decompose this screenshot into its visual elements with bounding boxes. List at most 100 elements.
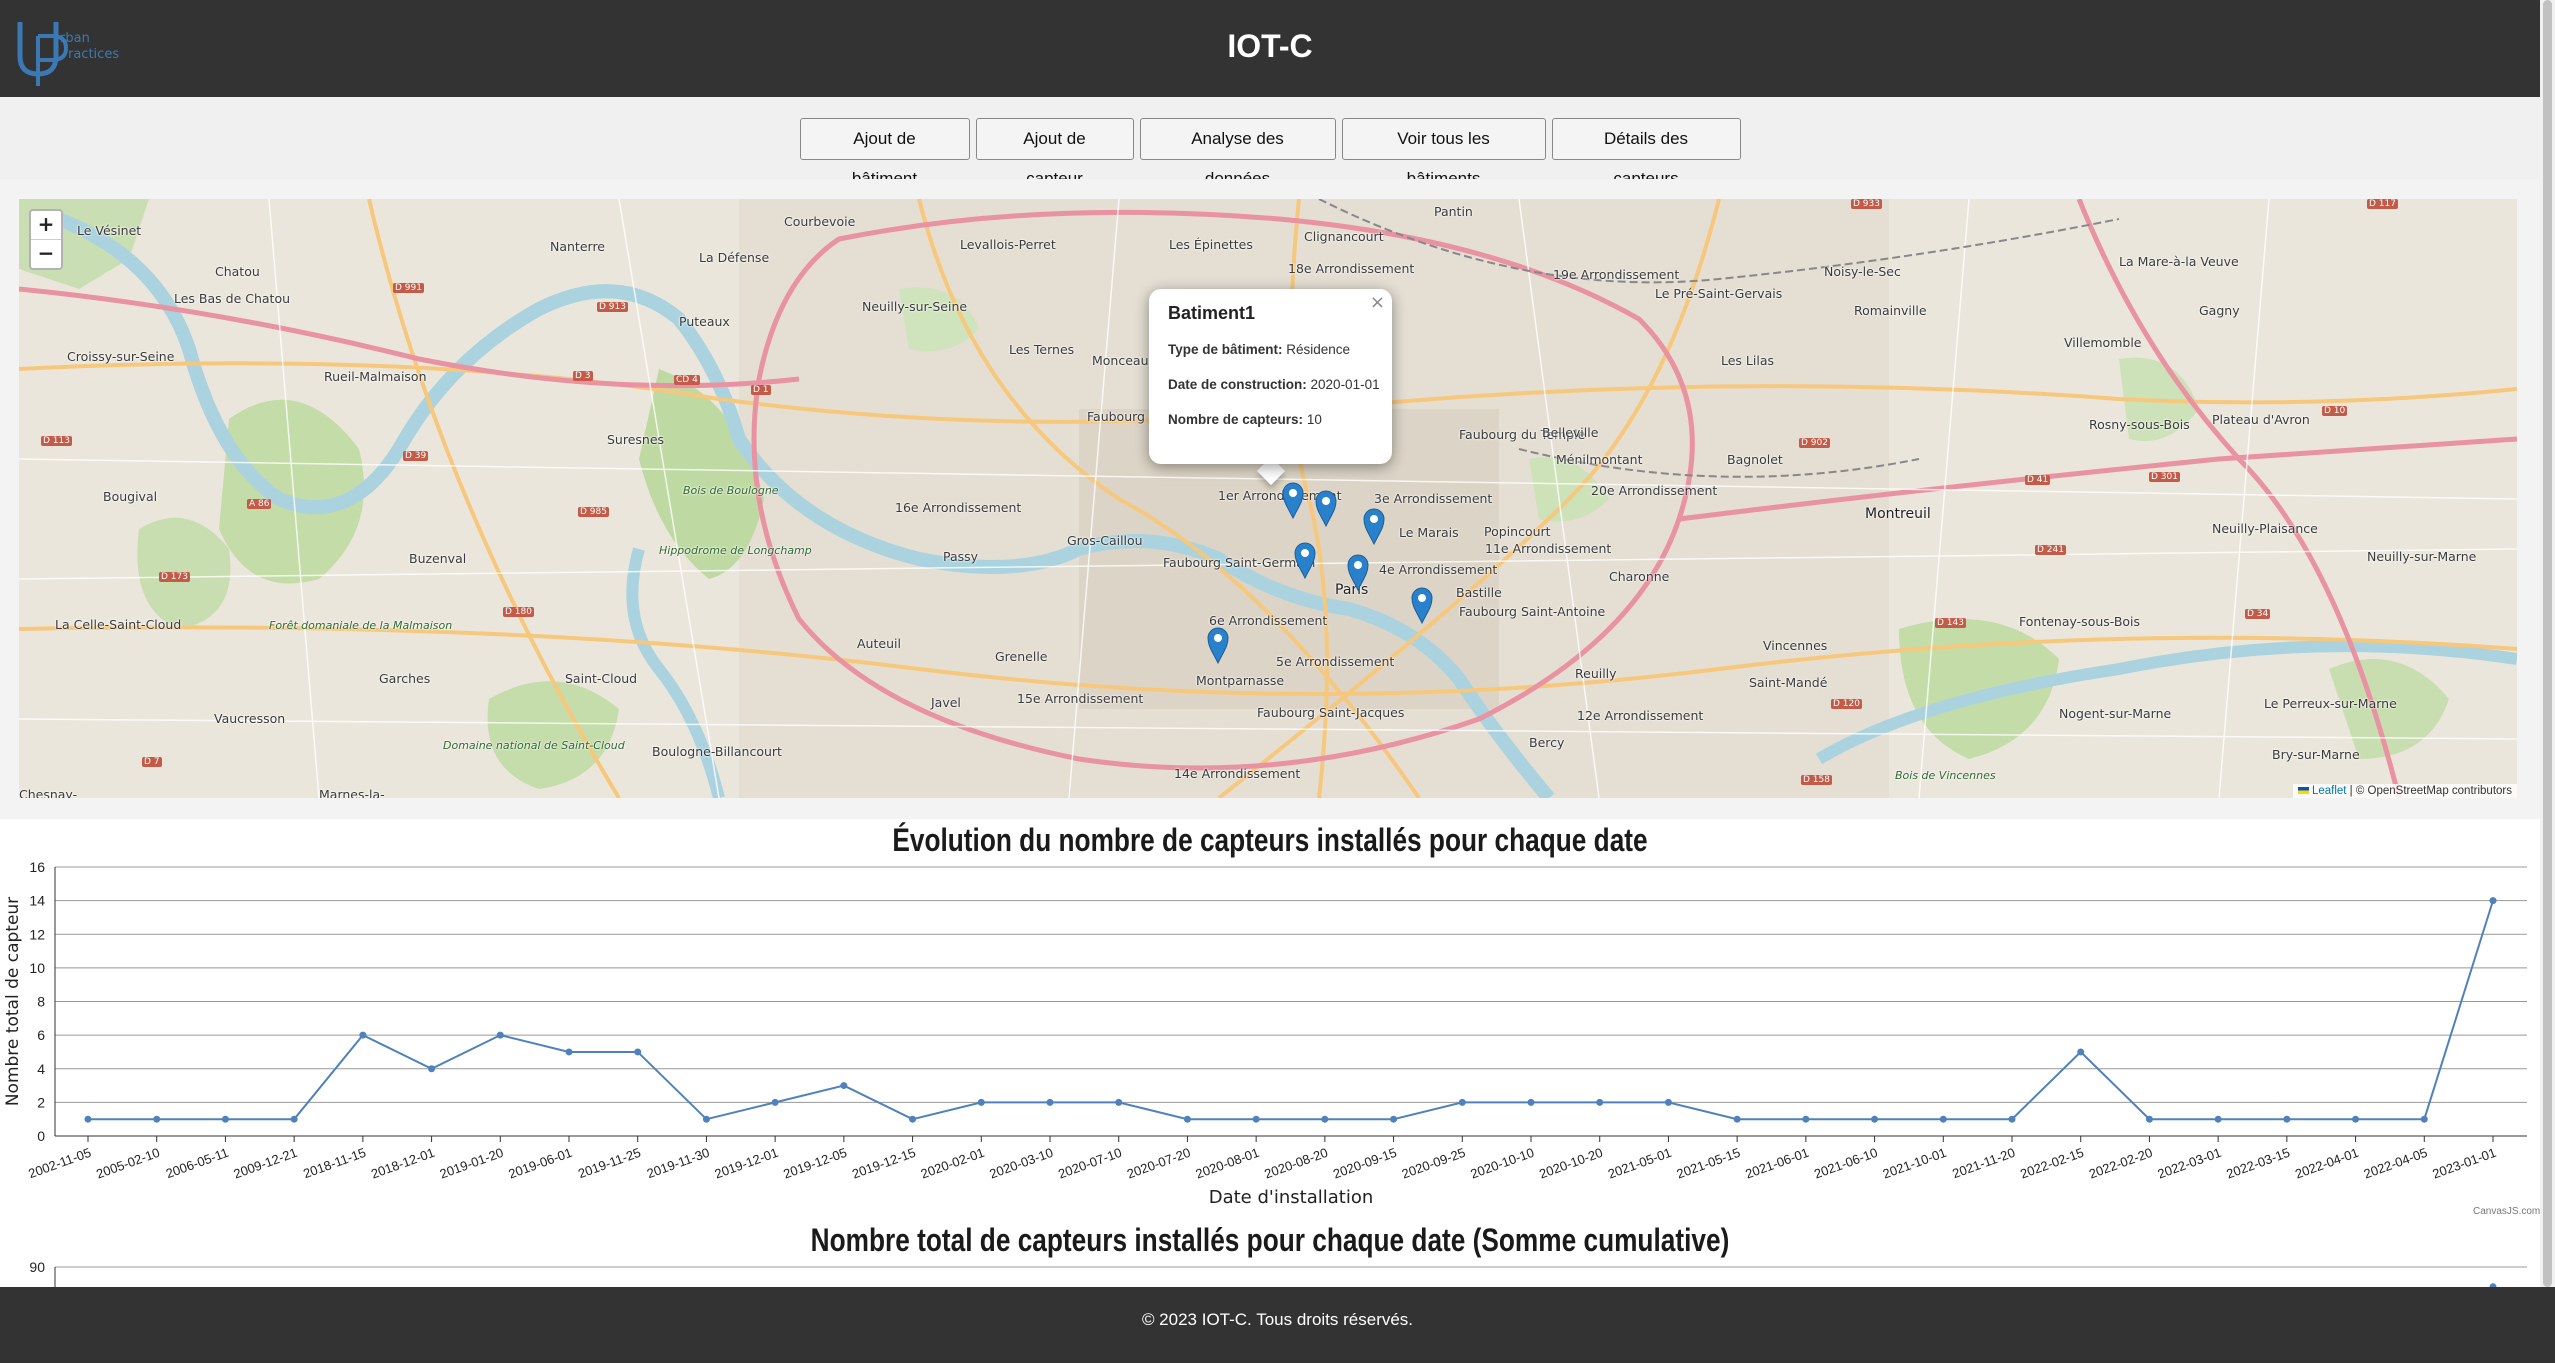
map-label: Popincourt xyxy=(1484,524,1551,539)
road-shield: D 10 xyxy=(2322,406,2348,416)
sensor-details-button[interactable]: Détails des capteurs xyxy=(1551,118,1741,188)
data-point xyxy=(1390,1115,1398,1123)
map-label: Saint-Cloud xyxy=(565,671,638,686)
map-label: Faubourg Saint-Antoine xyxy=(1459,604,1606,619)
navigation-bar: Ajout de bâtiment Ajout de capteur Analy… xyxy=(0,97,2540,188)
y-tick-label: 90 xyxy=(29,1259,45,1275)
map-label: Puteaux xyxy=(679,314,730,329)
footer-text: © 2023 IOT-C. Tous droits réservés. xyxy=(1141,1310,1414,1329)
y-tick-label: 8 xyxy=(37,994,45,1010)
map-marker-icon[interactable] xyxy=(1293,541,1317,579)
map-label: 3e Arrondissement xyxy=(1374,491,1493,506)
line-chart-cumulative[interactable]: 90 xyxy=(0,1258,2540,1288)
map-label: Javel xyxy=(931,695,961,710)
map-label: Romainville xyxy=(1854,303,1927,318)
popup-row-count: Nombre de capteurs: 10 xyxy=(1168,412,1382,427)
map-label: Nanterre xyxy=(550,239,605,254)
map-marker-icon[interactable] xyxy=(1362,507,1386,545)
map-label: 18e Arrondissement xyxy=(1288,261,1415,276)
map-label: Bagnolet xyxy=(1727,452,1783,467)
popup-key: Date de construction: xyxy=(1168,377,1307,392)
x-tick-label: 2021-10-01 xyxy=(1881,1145,1949,1182)
map-label: Fontenay-sous-Bois xyxy=(2019,614,2141,629)
map-label: Les Bas de Chatou xyxy=(174,291,291,306)
map-label: Levallois-Perret xyxy=(960,237,1056,252)
x-tick-label: 2006-05-11 xyxy=(164,1145,231,1182)
map-marker-icon[interactable] xyxy=(1281,481,1305,519)
map-section: Pantin Le Vésinet Nanterre Courbevoie Le… xyxy=(0,179,2540,819)
map-label: Buzenval xyxy=(409,551,467,566)
series-line xyxy=(88,900,2494,1121)
y-tick-label: 4 xyxy=(37,1061,45,1077)
canvasjs-credit-link[interactable]: CanvasJS.com xyxy=(2473,1206,2540,1217)
map-label: Saint-Mandé xyxy=(1749,675,1828,690)
road-shield: D 902 xyxy=(1799,438,1830,448)
popup-row-date: Date de construction: 2020-01-01 xyxy=(1168,377,1382,392)
map-label: Chesnay- xyxy=(19,787,78,798)
x-tick-label: 2019-11-25 xyxy=(576,1145,643,1182)
building-popup: × Batiment1 Type de bâtiment: Résidence … xyxy=(1149,289,1392,464)
scrollbar-thumb[interactable] xyxy=(2543,0,2552,1287)
add-building-button[interactable]: Ajout de bâtiment xyxy=(799,118,970,188)
data-point xyxy=(1527,1098,1535,1106)
x-tick-label: 2022-02-15 xyxy=(2018,1145,2086,1182)
map-label: 20e Arrondissement xyxy=(1591,483,1718,498)
map-label: Noisy-le-Sec xyxy=(1824,264,1901,279)
map-marker-icon[interactable] xyxy=(1410,586,1434,624)
x-tick-label: 2020-10-20 xyxy=(1537,1145,1605,1182)
app-title: IOT-C xyxy=(1227,28,1313,64)
data-point xyxy=(2420,1115,2428,1123)
road-shield: D 241 xyxy=(2035,545,2066,555)
map-label: Bois de Boulogne xyxy=(683,484,779,497)
map[interactable]: Pantin Le Vésinet Nanterre Courbevoie Le… xyxy=(19,199,2517,798)
data-point xyxy=(290,1115,298,1123)
x-tick-label: 2020-03-10 xyxy=(987,1145,1055,1182)
x-tick-label: 2021-06-10 xyxy=(1812,1145,1880,1182)
view-all-buildings-button[interactable]: Voir tous les bâtiments xyxy=(1341,118,1546,188)
scrollbar[interactable] xyxy=(2540,0,2555,1287)
x-tick-label: 2019-12-05 xyxy=(781,1145,849,1182)
data-point xyxy=(1939,1115,1947,1123)
map-marker-icon[interactable] xyxy=(1314,489,1338,527)
data-point xyxy=(1871,1115,1879,1123)
y-tick-label: 6 xyxy=(37,1027,45,1043)
map-label: Bry-sur-Marne xyxy=(2272,747,2360,762)
map-label: Le Marais xyxy=(1399,525,1459,540)
map-label: Neuilly-sur-Marne xyxy=(2367,549,2477,564)
data-point xyxy=(2352,1115,2360,1123)
data-point xyxy=(1733,1115,1741,1123)
data-point xyxy=(1802,1115,1810,1123)
data-point xyxy=(221,1115,229,1123)
zoom-in-button[interactable]: + xyxy=(31,211,61,240)
map-marker-icon[interactable] xyxy=(1206,626,1230,664)
road-shield: D 143 xyxy=(1935,618,1966,628)
data-analysis-button[interactable]: Analyse des données xyxy=(1139,118,1336,188)
x-tick-label: 2005-02-10 xyxy=(94,1145,162,1182)
map-label: Charonne xyxy=(1609,569,1670,584)
x-tick-label: 2023-01-01 xyxy=(2430,1145,2498,1182)
data-point xyxy=(1664,1098,1672,1106)
x-tick-label: 2020-10-10 xyxy=(1468,1145,1536,1182)
data-point xyxy=(634,1048,642,1056)
line-chart-daily[interactable]: 0 2 4 6 8 10 12 14 16 Nombre total de capteur 2002… xyxy=(0,860,2540,1220)
data-point xyxy=(2077,1048,2085,1056)
road-shield: D 3 xyxy=(573,371,593,381)
data-point xyxy=(428,1065,436,1073)
leaflet-link[interactable]: Leaflet xyxy=(2312,785,2347,797)
header: rban ractices IOT-C xyxy=(0,0,2540,97)
map-label: Courbevoie xyxy=(784,214,856,229)
map-label: Vaucresson xyxy=(214,711,286,726)
data-point xyxy=(153,1115,161,1123)
road-shield: D 985 xyxy=(578,507,609,517)
map-label: Suresnes xyxy=(607,432,665,447)
map-label: Le Perreux-sur-Marne xyxy=(2264,696,2397,711)
map-marker-icon[interactable] xyxy=(1346,553,1370,591)
map-label: Marnes-la- xyxy=(319,787,385,798)
map-label: Montparnasse xyxy=(1196,673,1285,688)
map-label: Hippodrome de Longchamp xyxy=(659,544,812,557)
add-sensor-button[interactable]: Ajout de capteur xyxy=(975,118,1134,188)
zoom-out-button[interactable]: − xyxy=(31,240,61,268)
map-label: Bougival xyxy=(103,489,158,504)
map-label: 14e Arrondissement xyxy=(1174,766,1301,781)
map-label: Chatou xyxy=(215,264,260,279)
